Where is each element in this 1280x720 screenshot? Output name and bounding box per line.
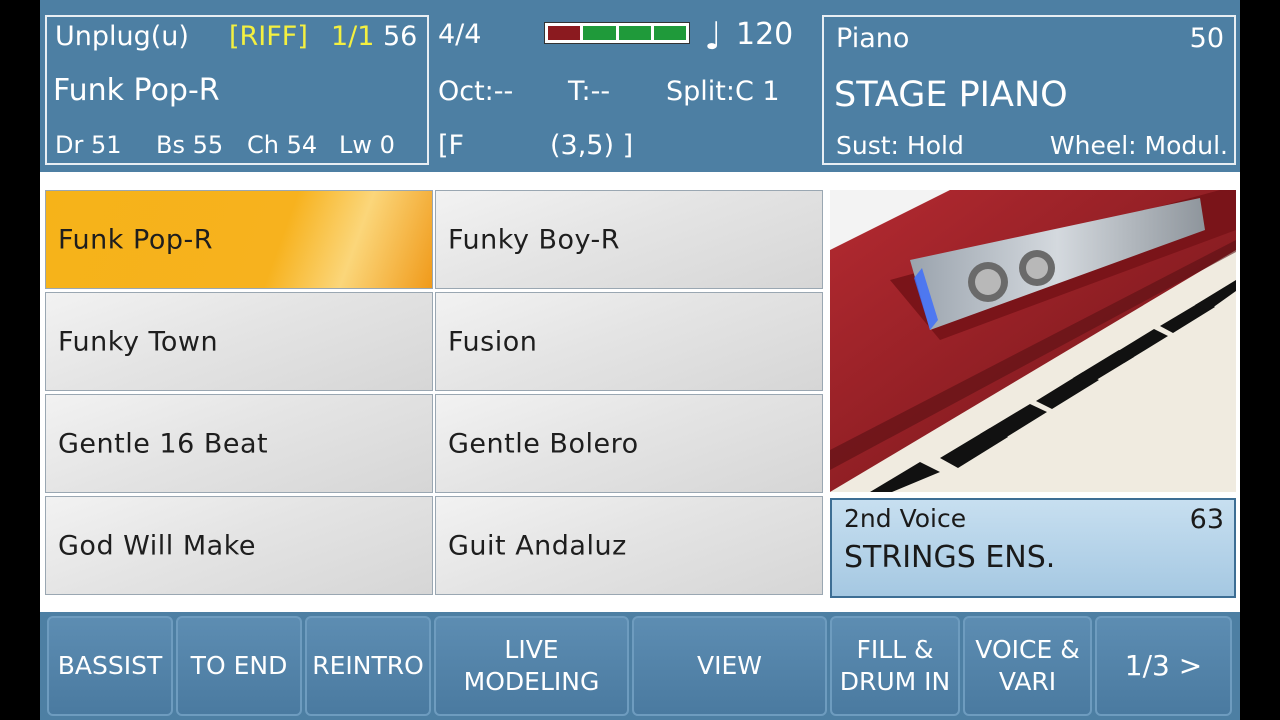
voice-info-panel[interactable]: Piano 50 STAGE PIANO Sust: Hold Wheel: M… <box>822 15 1236 165</box>
style-item-label: God Will Make <box>58 530 256 561</box>
voice-vari-button[interactable]: VOICE & VARI <box>963 616 1092 716</box>
voice-picture <box>830 190 1236 492</box>
view-button-label: VIEW <box>697 651 762 680</box>
style-item-label: Funky Boy-R <box>448 224 621 255</box>
chord-display: [F <box>438 130 465 161</box>
status-bar: Unplug(u) [RIFF] 1/1 56 Funk Pop-R Dr 51… <box>40 0 1240 172</box>
second-voice-title: 2nd Voice <box>844 504 967 533</box>
octave-value: Oct:-- <box>438 76 514 107</box>
style-item-funk-pop-r[interactable]: Funk Pop-R <box>45 190 433 289</box>
beat-segment <box>583 26 616 40</box>
bassist-button[interactable]: BASSIST <box>47 616 173 716</box>
quarter-note-icon: ♩ <box>704 14 722 58</box>
style-name: Funk Pop-R <box>53 73 220 108</box>
chord-level: Ch 54 <box>247 131 318 159</box>
wheel-setting: Wheel: Modul. <box>1049 131 1228 160</box>
style-item-label: Fusion <box>448 326 538 357</box>
split-value: Split:C 1 <box>666 76 780 107</box>
to-end-button[interactable]: TO END <box>176 616 302 716</box>
style-item-funky-town[interactable]: Funky Town <box>45 292 433 391</box>
time-signature: 4/4 <box>438 19 482 50</box>
page-next-button[interactable]: 1/3 > <box>1095 616 1232 716</box>
drum-level: Dr 51 <box>55 131 122 159</box>
style-item-gentle-16-beat[interactable]: Gentle 16 Beat <box>45 394 433 493</box>
style-item-fusion[interactable]: Fusion <box>435 292 823 391</box>
beat-segment <box>548 26 581 40</box>
bass-level: Bs 55 <box>156 131 224 159</box>
beat-meter <box>544 22 690 44</box>
style-item-gentle-bolero[interactable]: Gentle Bolero <box>435 394 823 493</box>
style-item-label: Gentle Bolero <box>448 428 639 459</box>
page-indicator: 1/3 > <box>1124 649 1203 682</box>
style-item-label: Gentle 16 Beat <box>58 428 269 459</box>
to-end-button-label: TO END <box>190 651 288 680</box>
beat-segment <box>618 26 651 40</box>
tempo-value[interactable]: 120 <box>736 17 793 52</box>
reintro-button[interactable]: REINTRO <box>305 616 431 716</box>
voice-category: Piano <box>836 23 910 54</box>
reintro-button-label: REINTRO <box>312 651 424 680</box>
arranger-screen: Unplug(u) [RIFF] 1/1 56 Funk Pop-R Dr 51… <box>40 0 1240 720</box>
second-voice-number: 63 <box>1189 504 1224 535</box>
sustain-setting: Sust: Hold <box>836 131 964 160</box>
mode-label: Unplug(u) <box>55 21 189 52</box>
riff-label: [RIFF] <box>229 21 308 52</box>
style-browser: Funk Pop-R Funky Boy-R Funky Town Fusion… <box>40 172 1240 612</box>
style-number: 56 <box>383 21 418 52</box>
lower-level: Lw 0 <box>339 131 395 159</box>
style-item-god-will-make[interactable]: God Will Make <box>45 496 433 595</box>
style-info-panel[interactable]: Unplug(u) [RIFF] 1/1 56 Funk Pop-R Dr 51… <box>45 15 429 165</box>
style-item-funky-boy-r[interactable]: Funky Boy-R <box>435 190 823 289</box>
style-item-label: Funk Pop-R <box>58 224 213 255</box>
second-voice-panel[interactable]: 2nd Voice 63 STRINGS ENS. <box>830 498 1236 598</box>
style-item-label: Guit Andaluz <box>448 530 627 561</box>
style-item-label: Funky Town <box>58 326 219 357</box>
view-button[interactable]: VIEW <box>632 616 827 716</box>
style-item-guit-andaluz[interactable]: Guit Andaluz <box>435 496 823 595</box>
second-voice-name: STRINGS ENS. <box>844 540 1056 575</box>
chord-position: (3,5) ] <box>550 130 634 161</box>
riff-position: 1/1 <box>331 21 375 52</box>
voice-vari-button-label: VOICE & VARI <box>975 635 1080 696</box>
live-modeling-button-label: LIVE MODELING <box>463 635 600 696</box>
voice-name: STAGE PIANO <box>834 75 1068 115</box>
bassist-button-label: BASSIST <box>57 651 163 680</box>
fill-drum-in-button-label: FILL & DRUM IN <box>839 635 951 696</box>
fill-drum-in-button[interactable]: FILL & DRUM IN <box>830 616 960 716</box>
transpose-value: T:-- <box>568 76 611 107</box>
voice-number: 50 <box>1189 23 1224 54</box>
live-modeling-button[interactable]: LIVE MODELING <box>434 616 629 716</box>
function-buttons: BASSIST TO END REINTRO LIVE MODELING VIE… <box>40 612 1240 720</box>
beat-segment <box>653 26 686 40</box>
